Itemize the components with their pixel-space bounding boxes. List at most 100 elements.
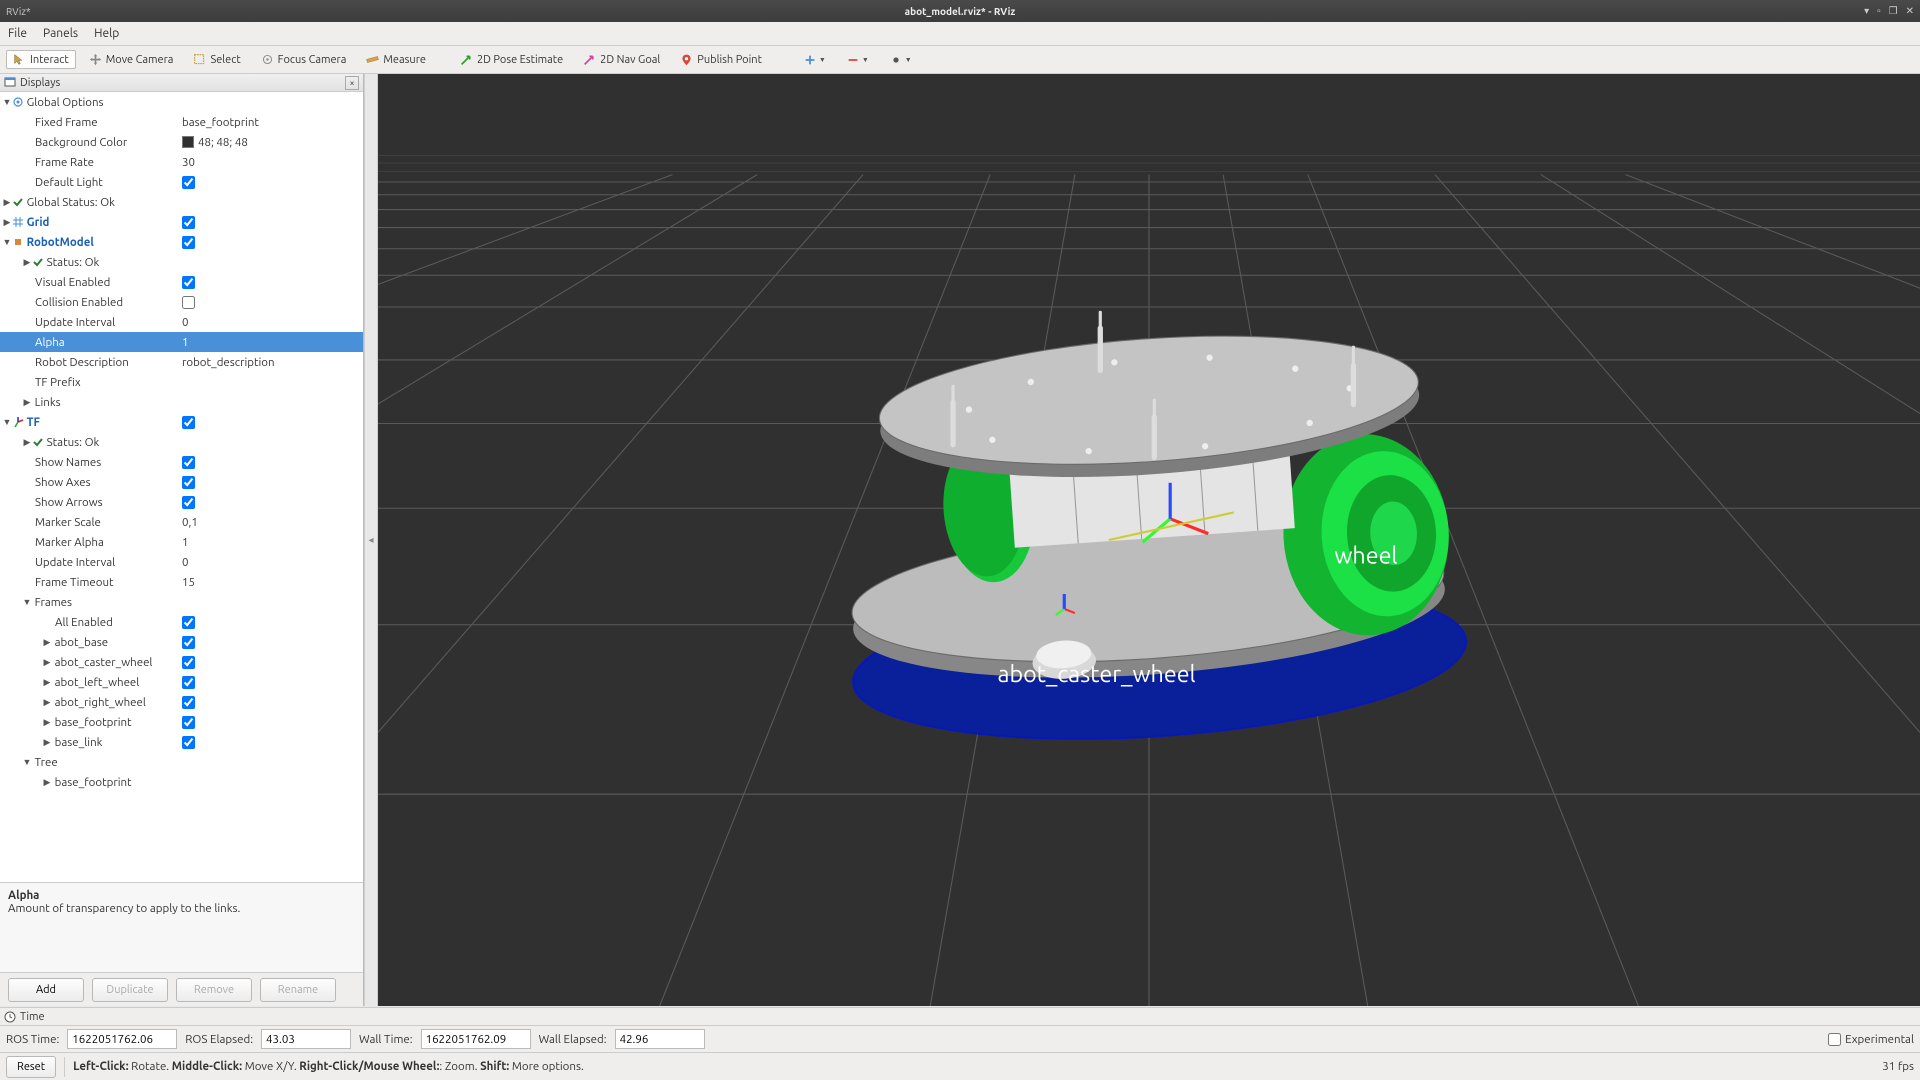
rm-status[interactable]: Status: Ok [47, 256, 100, 269]
frame-caster[interactable]: abot_caster_wheel [55, 656, 153, 669]
frame-left[interactable]: abot_left_wheel [55, 676, 140, 689]
tf-prefix-label[interactable]: TF Prefix [35, 376, 81, 389]
marker-alpha-label[interactable]: Marker Alpha [35, 536, 104, 549]
displays-tree[interactable]: ▼ Global Options Fixed Frame base_footpri… [0, 92, 363, 882]
expand-icon[interactable]: ▶ [42, 637, 52, 648]
bgcolor-label[interactable]: Background Color [35, 136, 127, 149]
default-light-checkbox[interactable] [182, 176, 195, 189]
frame-checkbox[interactable] [182, 716, 195, 729]
tool-move-camera[interactable]: Move Camera [82, 50, 181, 69]
expand-icon[interactable]: ▶ [42, 717, 52, 728]
collapse-icon[interactable]: ▼ [22, 757, 32, 767]
wall-elapsed-input[interactable] [615, 1029, 705, 1049]
marker-scale-label[interactable]: Marker Scale [35, 516, 101, 529]
tool-add-small[interactable]: ▼ [803, 53, 826, 67]
frame-checkbox[interactable] [182, 656, 195, 669]
panel-header[interactable]: Displays × [0, 74, 363, 92]
frame-timeout-value[interactable]: 15 [182, 576, 195, 589]
expand-icon[interactable]: ▶ [42, 677, 52, 688]
global-status[interactable]: Global Status: Ok [27, 196, 115, 209]
collision-enabled-label[interactable]: Collision Enabled [35, 296, 123, 309]
show-axes-label[interactable]: Show Axes [35, 476, 91, 489]
expand-icon[interactable]: ▶ [2, 217, 12, 228]
wall-time-input[interactable] [421, 1029, 531, 1049]
tree-footprint[interactable]: base_footprint [55, 776, 132, 789]
ros-time-input[interactable] [67, 1029, 177, 1049]
splitter[interactable]: ◂ [364, 74, 378, 1006]
3d-viewport[interactable]: abot_caster_wheel wheel [378, 74, 1920, 1006]
tool-2d-nav[interactable]: 2D Nav Goal [576, 50, 667, 69]
marker-alpha-value[interactable]: 1 [182, 536, 189, 549]
show-arrows-label[interactable]: Show Arrows [35, 496, 103, 509]
time-panel-header[interactable]: Time [0, 1008, 1920, 1026]
tool-focus-camera[interactable]: Focus Camera [254, 50, 354, 69]
tf-status[interactable]: Status: Ok [47, 436, 100, 449]
menu-help[interactable]: Help [94, 27, 119, 40]
menu-file[interactable]: File [8, 27, 27, 40]
show-arrows-checkbox[interactable] [182, 496, 195, 509]
frame-timeout-label[interactable]: Frame Timeout [35, 576, 114, 589]
color-swatch[interactable] [182, 136, 194, 148]
expand-icon[interactable]: ▶ [22, 437, 32, 448]
alpha-row[interactable]: Alpha 1 [0, 332, 363, 352]
tf-display[interactable]: TF [27, 416, 40, 429]
remove-button[interactable]: Remove [176, 978, 252, 1002]
show-names-checkbox[interactable] [182, 456, 195, 469]
collapse-icon[interactable]: ▼ [2, 97, 12, 107]
framerate-value[interactable]: 30 [182, 156, 195, 169]
expand-icon[interactable]: ▶ [42, 697, 52, 708]
tool-interact[interactable]: Interact [6, 50, 76, 69]
show-axes-checkbox[interactable] [182, 476, 195, 489]
expand-icon[interactable]: ▶ [22, 257, 32, 268]
bgcolor-value[interactable]: 48; 48; 48 [198, 136, 248, 149]
fixed-frame-value[interactable]: base_footprint [182, 116, 259, 129]
add-button[interactable]: Add [8, 978, 84, 1002]
expand-icon[interactable]: ▶ [22, 397, 32, 408]
collapse-icon[interactable]: ▼ [22, 597, 32, 607]
duplicate-button[interactable]: Duplicate [92, 978, 168, 1002]
default-light-label[interactable]: Default Light [35, 176, 103, 189]
collapse-icon[interactable]: ▼ [2, 417, 12, 427]
update-interval2-label[interactable]: Update Interval [35, 556, 115, 569]
update-interval-value[interactable]: 0 [182, 316, 189, 329]
links-label[interactable]: Links [35, 396, 61, 409]
fixed-frame-label[interactable]: Fixed Frame [35, 116, 98, 129]
experimental-checkbox[interactable] [1828, 1033, 1841, 1046]
expand-icon[interactable]: ▶ [42, 777, 52, 788]
framerate-label[interactable]: Frame Rate [35, 156, 94, 169]
grid-display[interactable]: Grid [27, 216, 50, 229]
robot-model-checkbox[interactable] [182, 236, 195, 249]
frame-checkbox[interactable] [182, 676, 195, 689]
tool-small-3[interactable]: ▼ [889, 53, 912, 67]
menu-panels[interactable]: Panels [43, 27, 78, 40]
tool-2d-pose[interactable]: 2D Pose Estimate [453, 50, 570, 69]
frame-footprint[interactable]: base_footprint [55, 716, 132, 729]
frame-checkbox[interactable] [182, 636, 195, 649]
update-interval2-value[interactable]: 0 [182, 556, 189, 569]
collapse-icon[interactable]: ▼ [2, 237, 12, 247]
tool-remove-small[interactable]: ▼ [846, 53, 869, 67]
expand-icon[interactable]: ▶ [42, 657, 52, 668]
marker-scale-value[interactable]: 0,1 [182, 516, 198, 529]
tool-publish-point[interactable]: Publish Point [673, 50, 769, 69]
grid-checkbox[interactable] [182, 216, 195, 229]
frames-label[interactable]: Frames [35, 596, 72, 609]
robot-desc-label[interactable]: Robot Description [35, 356, 129, 369]
tf-checkbox[interactable] [182, 416, 195, 429]
panel-close-icon[interactable]: × [345, 76, 359, 90]
visual-enabled-label[interactable]: Visual Enabled [35, 276, 110, 289]
robot-desc-value[interactable]: robot_description [182, 356, 275, 369]
expand-icon[interactable]: ▶ [42, 737, 52, 748]
reset-button[interactable]: Reset [6, 1056, 56, 1078]
collision-enabled-checkbox[interactable] [182, 296, 195, 309]
visual-enabled-checkbox[interactable] [182, 276, 195, 289]
alpha-value[interactable]: 1 [182, 336, 189, 349]
all-enabled-checkbox[interactable] [182, 616, 195, 629]
tool-measure[interactable]: Measure [359, 50, 433, 69]
frame-link[interactable]: base_link [55, 736, 103, 749]
global-options[interactable]: Global Options [27, 96, 104, 109]
alpha-label[interactable]: Alpha [35, 336, 65, 349]
tree-label[interactable]: Tree [35, 756, 58, 769]
expand-icon[interactable]: ▶ [2, 197, 12, 208]
frame-checkbox[interactable] [182, 736, 195, 749]
